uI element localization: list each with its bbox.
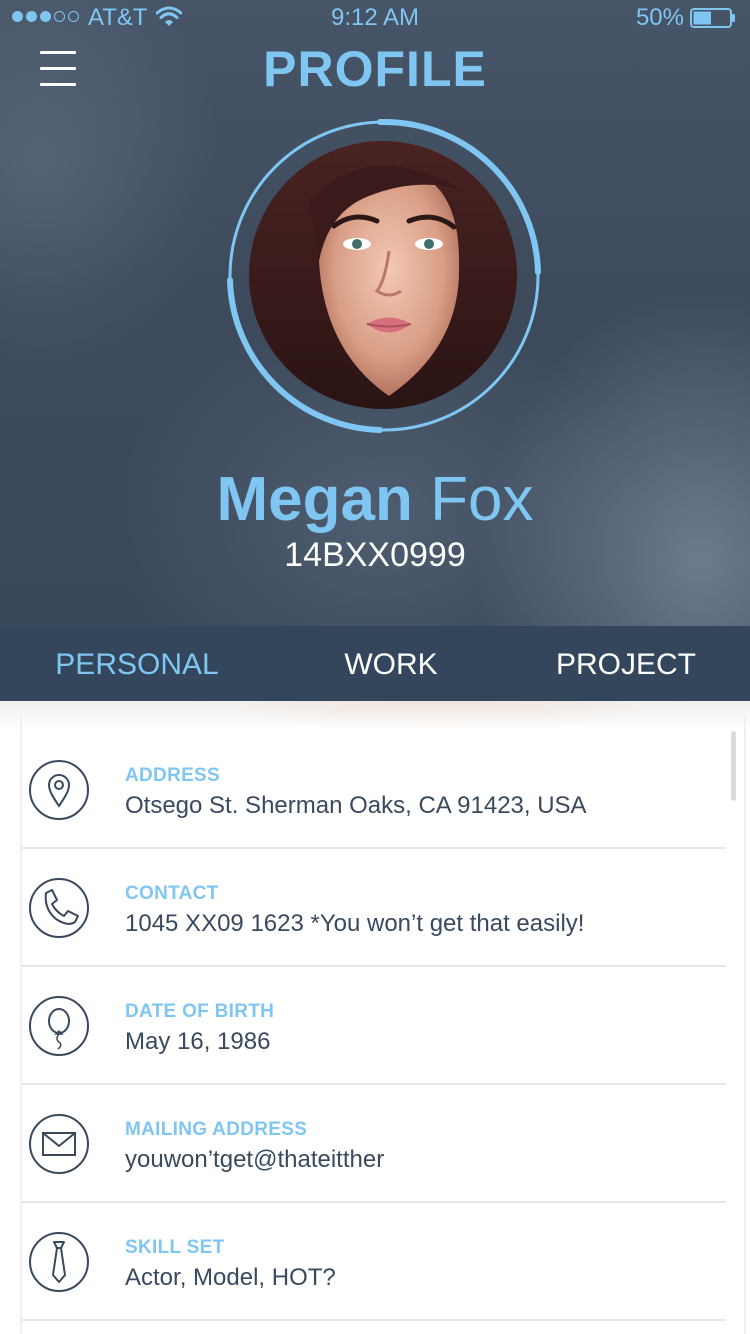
profile-name: Megan Fox xyxy=(0,462,750,538)
list-item-address[interactable]: ADDRESS Otsego St. Sherman Oaks, CA 9142… xyxy=(22,731,726,849)
balloon-icon xyxy=(29,996,89,1056)
contact-label: CONTACT xyxy=(125,883,219,904)
list-item-mailing-address[interactable]: MAILING ADDRESS youwon’tget@thateitther xyxy=(22,1085,726,1203)
personal-details-panel: ADDRESS Otsego St. Sherman Oaks, CA 9142… xyxy=(0,701,750,1334)
status-bar: AT&T 9:12 AM 50% xyxy=(0,0,750,36)
phone-icon xyxy=(29,878,89,938)
mailing-address-value: youwon’tget@thateitther xyxy=(125,1146,385,1173)
tab-work[interactable]: WORK xyxy=(316,626,466,701)
profile-id: 14BXX0999 xyxy=(284,536,466,574)
envelope-icon xyxy=(29,1114,89,1174)
tie-icon xyxy=(29,1232,89,1292)
address-value: Otsego St. Sherman Oaks, CA 91423, USA xyxy=(125,792,587,819)
date-of-birth-label: DATE OF BIRTH xyxy=(125,1001,275,1022)
list-item-date-of-birth[interactable]: DATE OF BIRTH May 16, 1986 xyxy=(22,967,726,1085)
page-title: PROFILE xyxy=(263,41,487,97)
list-item-contact[interactable]: CONTACT 1045 XX09 1623 *You won’t get th… xyxy=(22,849,726,967)
skill-set-value: Actor, Model, HOT? xyxy=(125,1264,336,1291)
contact-value: 1045 XX09 1623 *You won’t get that easil… xyxy=(125,910,585,937)
last-name: Fox xyxy=(430,465,534,534)
tab-bar: PERSONAL WORK PROJECT xyxy=(0,626,750,701)
scrollbar[interactable] xyxy=(731,731,736,801)
battery-icon xyxy=(690,8,735,28)
tab-personal[interactable]: PERSONAL xyxy=(36,626,238,701)
tab-project[interactable]: PROJECT xyxy=(545,626,707,701)
avatar[interactable] xyxy=(249,141,517,409)
list-item-skill-set[interactable]: SKILL SET Actor, Model, HOT? xyxy=(22,1203,726,1321)
address-label: ADDRESS xyxy=(125,765,221,786)
skill-set-label: SKILL SET xyxy=(125,1237,225,1258)
first-name: Megan xyxy=(216,465,413,534)
date-of-birth-value: May 16, 1986 xyxy=(125,1028,271,1055)
profile-header: AT&T 9:12 AM 50% PROFILE Megan Fox 14BXX… xyxy=(0,0,750,626)
battery-percentage: 50% xyxy=(635,4,684,31)
mailing-address-label: MAILING ADDRESS xyxy=(125,1119,308,1140)
map-pin-icon xyxy=(29,760,89,820)
avatar-portrait xyxy=(249,141,517,409)
